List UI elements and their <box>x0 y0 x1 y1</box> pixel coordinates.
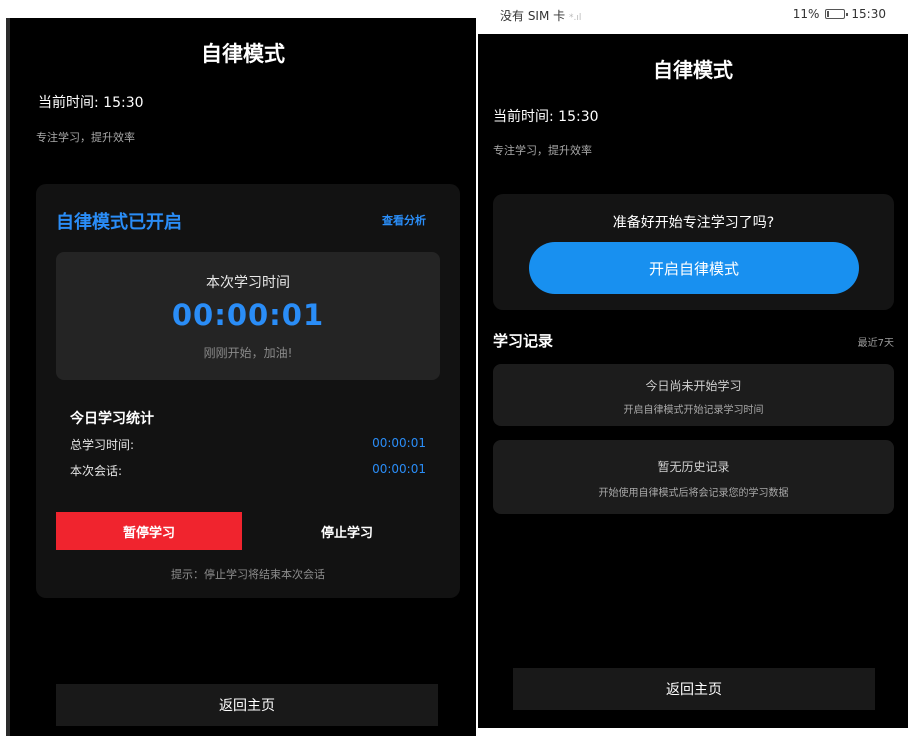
slogan: 专注学习，提升效率 <box>36 131 135 144</box>
battery-icon <box>825 9 849 19</box>
timer-label: 本次学习时间 <box>206 275 290 291</box>
signal-icon: *.ıl <box>568 13 582 23</box>
timer-value: 00:00:01 <box>171 298 325 332</box>
start-mode-card: 准备好开始专注学习了吗? 开启自律模式 <box>493 194 894 310</box>
view-analysis-link[interactable]: 查看分析 <box>382 212 426 228</box>
return-home-button[interactable]: 返回主页 <box>56 684 438 726</box>
stop-tip: 提示：停止学习将结束本次会话 <box>171 568 325 581</box>
history-record-main: 暂无历史记录 <box>657 460 730 474</box>
study-record-title: 学习记录 <box>493 332 554 350</box>
recent-days-label: 最近7天 <box>857 338 894 349</box>
stop-study-button[interactable]: 停止学习 <box>254 512 440 550</box>
today-record-card: 今日尚未开始学习 开启自律模式开始记录学习时间 <box>493 364 894 426</box>
mode-active-title: 自律模式已开启 <box>56 212 182 233</box>
today-stats-title: 今日学习统计 <box>70 411 154 427</box>
stat-label: 本次会话: <box>70 464 123 478</box>
battery-percent: 11% <box>792 7 820 21</box>
timer-hint: 刚刚开始，加油! <box>203 346 293 360</box>
today-record-main: 今日尚未开始学习 <box>645 379 742 393</box>
page-title: 自律模式 <box>201 42 285 66</box>
slogan: 专注学习，提升效率 <box>493 144 592 157</box>
history-record-sub: 开始使用自律模式后将会记录您的学习数据 <box>598 488 789 499</box>
stat-value: 00:00:01 <box>372 462 426 476</box>
session-timer-box: 本次学习时间 00:00:01 刚刚开始，加油! <box>56 252 440 380</box>
ready-question: 准备好开始专注学习了吗? <box>612 215 775 231</box>
return-home-button[interactable]: 返回主页 <box>513 668 875 710</box>
history-record-card: 暂无历史记录 开始使用自律模式后将会记录您的学习数据 <box>493 440 894 514</box>
left-screen: 自律模式 当前时间: 15:30 专注学习，提升效率 自律模式已开启 查看分析 … <box>6 18 476 736</box>
today-record-sub: 开启自律模式开始记录学习时间 <box>623 405 764 416</box>
current-time: 当前时间: 15:30 <box>38 95 144 111</box>
battery-fill <box>827 11 830 17</box>
stat-label: 总学习时间: <box>70 438 135 452</box>
stat-value: 00:00:01 <box>372 436 426 450</box>
self-discipline-active-card: 自律模式已开启 查看分析 本次学习时间 00:00:01 刚刚开始，加油! 今日… <box>36 184 460 598</box>
current-time: 当前时间: 15:30 <box>493 109 599 125</box>
status-bar: 没有 SIM 卡 *.ıl 11% 15:30 <box>478 0 908 34</box>
stat-total-time: 总学习时间: 00:00:01 <box>70 436 426 453</box>
right-screen: 自律模式 当前时间: 15:30 专注学习，提升效率 准备好开始专注学习了吗? … <box>478 34 908 728</box>
status-right: 11% 15:30 <box>793 7 886 21</box>
carrier-status: 没有 SIM 卡 *.ıl <box>500 7 581 24</box>
status-time: 15:30 <box>851 7 886 21</box>
page-title: 自律模式 <box>653 58 733 82</box>
start-self-discipline-button[interactable]: 开启自律模式 <box>529 242 859 294</box>
pause-study-button[interactable]: 暂停学习 <box>56 512 242 550</box>
stat-session-time: 本次会话: 00:00:01 <box>70 462 426 479</box>
carrier-text: 没有 SIM 卡 <box>500 9 566 23</box>
